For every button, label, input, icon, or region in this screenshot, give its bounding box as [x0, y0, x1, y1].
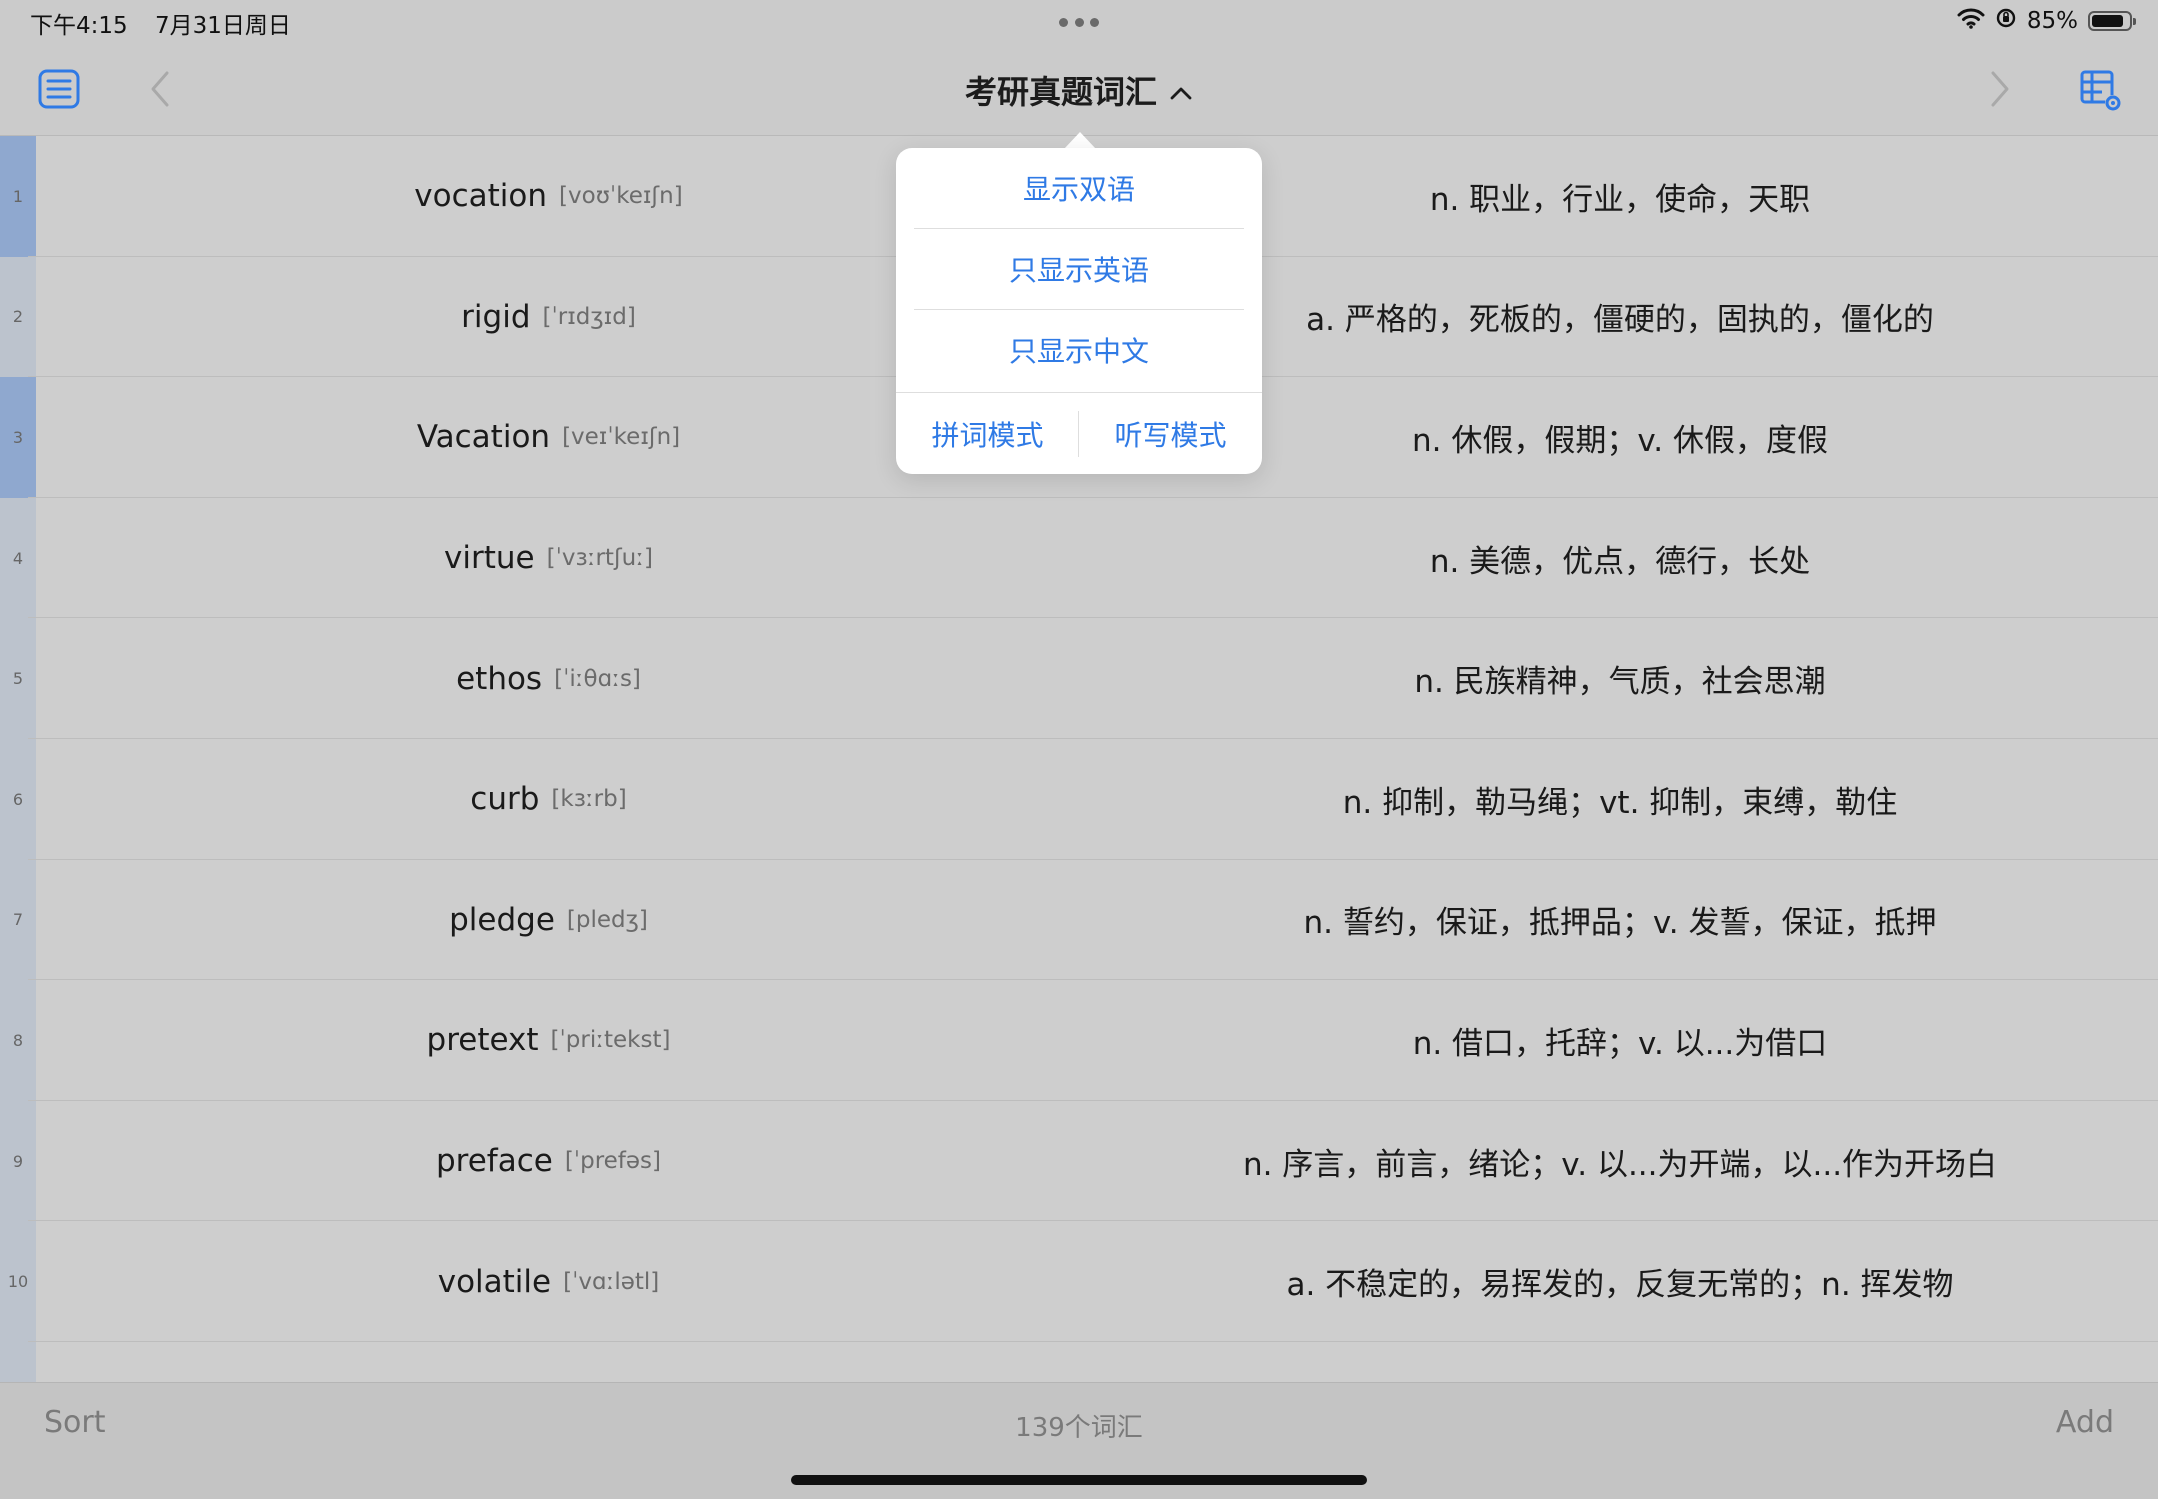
- orientation-lock-icon: [1995, 7, 2017, 35]
- sort-button[interactable]: Sort: [44, 1405, 106, 1440]
- phonetic: [pledʒ]: [566, 906, 648, 933]
- row-index: 6: [0, 739, 36, 860]
- wifi-icon: [1957, 7, 1985, 35]
- english-word: rigid: [461, 298, 531, 335]
- phonetic: [veɪˈkeɪʃn]: [562, 424, 681, 451]
- word-cell: curb [kɜːrb]: [36, 739, 1061, 860]
- vocab-list-title-button[interactable]: 考研真题词汇: [965, 67, 1193, 113]
- row-index: 9: [0, 1100, 36, 1222]
- chevron-right-icon[interactable]: [1984, 66, 2016, 112]
- phonetic: [ˈrɪdʒɪd]: [542, 303, 636, 330]
- row-index: 5: [0, 618, 36, 739]
- navigation-bar: 考研真题词汇: [0, 44, 2158, 136]
- battery-level: [2092, 15, 2123, 27]
- word-row[interactable]: 4 virtue [ˈvɜːrtʃuː] n. 美德，优点，德行，长处: [0, 497, 2158, 619]
- multitasking-dots-icon[interactable]: [1059, 18, 1099, 28]
- english-word: pretext: [426, 1022, 539, 1059]
- show-bilingual-option[interactable]: 显示双语: [896, 148, 1262, 228]
- english-word: vocation: [414, 178, 548, 215]
- status-indicators: 85%: [1957, 6, 2136, 36]
- nav-title-container: 考研真题词汇: [0, 44, 2158, 136]
- word-row[interactable]: 10 volatile [ˈvɑːlətl] a. 不稳定的，易挥发的，反复无常的；n…: [0, 1221, 2158, 1342]
- chinese-meaning: n. 休假，假期；v. 休假，度假: [1411, 422, 1828, 459]
- word-row[interactable]: 8 pretext [ˈpriːtekst] n. 借口，托辞；v. 以...为借口: [0, 980, 2158, 1101]
- show-chinese-only-option[interactable]: 只显示中文: [896, 310, 1262, 390]
- chinese-meaning: n. 美德，优点，德行，长处: [1429, 543, 1811, 580]
- phonetic: [voʊˈkeɪʃn]: [559, 183, 683, 210]
- word-cell: pledge [pledʒ]: [36, 860, 1061, 981]
- chinese-meaning: n. 民族精神，气质，社会思潮: [1414, 664, 1826, 701]
- chinese-meaning: a. 严格的，死板的，僵硬的，固执的，僵化的: [1306, 302, 1934, 339]
- chinese-meaning: n. 抑制，勒马绳；vt. 抑制，束缚，勒住: [1342, 784, 1898, 821]
- word-cell: volatile [ˈvɑːlətl]: [36, 1221, 1061, 1342]
- english-word: preface: [435, 1143, 553, 1180]
- popover-mode-row: 拼词模式 听写模式: [896, 392, 1262, 474]
- popover-arrow: [1064, 132, 1096, 149]
- english-word: volatile: [437, 1263, 552, 1300]
- phonetic: [ˈpriːtekst]: [550, 1027, 671, 1054]
- word-cell: virtue [ˈvɜːrtʃuː]: [36, 498, 1061, 619]
- status-bar: 下午4:15 7月31日周日 85%: [0, 0, 2158, 44]
- word-count: 139个词汇: [1015, 1413, 1143, 1443]
- home-indicator[interactable]: [791, 1475, 1367, 1485]
- phonetic: [ˈprefəs]: [564, 1148, 662, 1175]
- row-index: 2: [0, 256, 36, 378]
- status-time: 下午4:15: [30, 13, 128, 39]
- chevron-up-icon: [1169, 71, 1193, 109]
- word-row[interactable]: 5 ethos [ˈiːθɑːs] n. 民族精神，气质，社会思潮: [0, 618, 2158, 739]
- chinese-meaning: n. 誓约，保证，抵押品；v. 发誓，保证，抵押: [1303, 905, 1937, 942]
- row-index: 10: [0, 1221, 36, 1342]
- english-word: Vacation: [416, 419, 551, 456]
- phonetic: [ˈvɑːlətl]: [563, 1268, 660, 1295]
- phonetic: [ˈiːθɑːs]: [554, 665, 641, 692]
- phonetic: [kɜːrb]: [551, 786, 627, 813]
- chinese-meaning: n. 序言，前言，绪论；v. 以...为开端，以...作为开场白: [1242, 1146, 1998, 1183]
- list-icon[interactable]: [36, 66, 82, 112]
- row-index: 1: [0, 136, 36, 257]
- row-index: 7: [0, 859, 36, 981]
- battery-icon: [2088, 11, 2136, 31]
- word-cell: preface [ˈprefəs]: [36, 1101, 1061, 1222]
- page-title: 考研真题词汇: [964, 73, 1157, 111]
- chevron-left-icon[interactable]: [144, 66, 176, 112]
- row-index: 4: [0, 497, 36, 619]
- english-word: pledge: [449, 901, 555, 938]
- table-settings-icon[interactable]: [2076, 66, 2126, 116]
- row-index: 3: [0, 377, 36, 498]
- dictation-mode-button[interactable]: 听写模式: [1079, 393, 1262, 475]
- word-cell: ethos [ˈiːθɑːs]: [36, 618, 1061, 739]
- chinese-meaning: n. 借口，托辞；v. 以...为借口: [1412, 1025, 1828, 1062]
- english-word: curb: [470, 781, 540, 818]
- word-row[interactable]: 9 preface [ˈprefəs] n. 序言，前言，绪论；v. 以...为开端，…: [0, 1100, 2158, 1222]
- row-index-partial: [0, 1342, 36, 1382]
- phonetic: [ˈvɜːrtʃuː]: [546, 545, 653, 572]
- chinese-meaning: a. 不稳定的，易挥发的，反复无常的；n. 挥发物: [1286, 1267, 1954, 1304]
- word-cell: pretext [ˈpriːtekst]: [36, 980, 1061, 1101]
- english-word: virtue: [444, 540, 535, 577]
- status-time-date: 下午4:15 7月31日周日: [30, 6, 291, 40]
- row-index: 8: [0, 980, 36, 1101]
- row-divider: [28, 1340, 2158, 1342]
- word-row[interactable]: 7 pledge [pledʒ] n. 誓约，保证，抵押品；v. 发誓，保证，抵押: [0, 859, 2158, 981]
- chinese-meaning: n. 职业，行业，使命，天职: [1429, 181, 1811, 218]
- battery-percent: 85%: [2026, 8, 2078, 34]
- add-button[interactable]: Add: [2056, 1405, 2114, 1440]
- show-english-only-option[interactable]: 只显示英语: [896, 229, 1262, 309]
- spell-mode-button[interactable]: 拼词模式: [896, 393, 1079, 475]
- word-row[interactable]: 6 curb [kɜːrb] n. 抑制，勒马绳；vt. 抑制，束缚，勒住: [0, 739, 2158, 860]
- status-date: 7月31日周日: [154, 13, 291, 39]
- display-mode-popover: 显示双语 只显示英语 只显示中文 拼词模式 听写模式: [896, 148, 1262, 474]
- english-word: ethos: [456, 660, 543, 697]
